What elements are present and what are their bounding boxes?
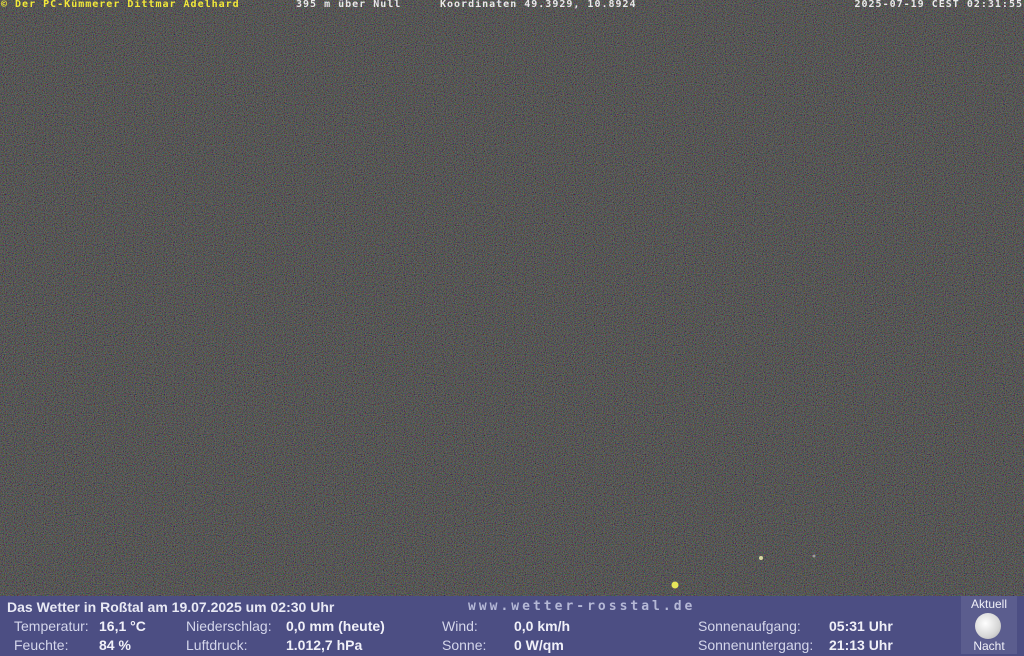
full-moon-icon — [975, 613, 1001, 639]
temperature-value: 16,1 °C — [99, 618, 146, 634]
precipitation-label: Niederschlag: — [186, 618, 272, 634]
humidity-value: 84 % — [99, 637, 131, 653]
weather-bar: Das Wetter in Roßtal am 19.07.2025 um 02… — [0, 596, 1024, 656]
sunset-value: 21:13 Uhr — [829, 637, 893, 653]
site-url[interactable]: www.wetter-rosstal.de — [468, 599, 695, 615]
overlay-coordinates: Koordinaten 49.3929, 10.8924 — [440, 0, 637, 10]
sunrise-label: Sonnenaufgang: — [698, 618, 801, 634]
wind-label: Wind: — [442, 618, 478, 634]
pressure-label: Luftdruck: — [186, 637, 248, 653]
sun-value: 0 W/qm — [514, 637, 564, 653]
overlay-timestamp: 2025-07-19 CEST 02:31:55 — [854, 0, 1023, 10]
moon-bottom-label: Nacht — [973, 639, 1005, 653]
overlay-copyright: © Der PC-Kümmerer Dittmar Adelhard — [1, 0, 240, 10]
humidity-label: Feuchte: — [14, 637, 69, 653]
pressure-value: 1.012,7 hPa — [286, 637, 363, 653]
moon-phase-box: Aktuell Nacht — [961, 596, 1017, 654]
sunset-label: Sonnenuntergang: — [698, 637, 814, 653]
temperature-label: Temperatur: — [14, 618, 89, 634]
weather-heading: Das Wetter in Roßtal am 19.07.2025 um 02… — [7, 599, 335, 615]
light-point — [759, 556, 763, 560]
overlay-altitude: 395 m über Null — [296, 0, 402, 10]
light-point — [812, 554, 816, 558]
sun-label: Sonne: — [442, 637, 487, 653]
light-point — [671, 581, 679, 589]
moon-top-label: Aktuell — [970, 597, 1008, 611]
webcam-image: © Der PC-Kümmerer Dittmar Adelhard 395 m… — [0, 0, 1024, 596]
precipitation-value: 0,0 mm (heute) — [286, 618, 385, 634]
wind-value: 0,0 km/h — [514, 618, 571, 634]
night-scene — [0, 0, 1024, 596]
sunrise-value: 05:31 Uhr — [829, 618, 893, 634]
